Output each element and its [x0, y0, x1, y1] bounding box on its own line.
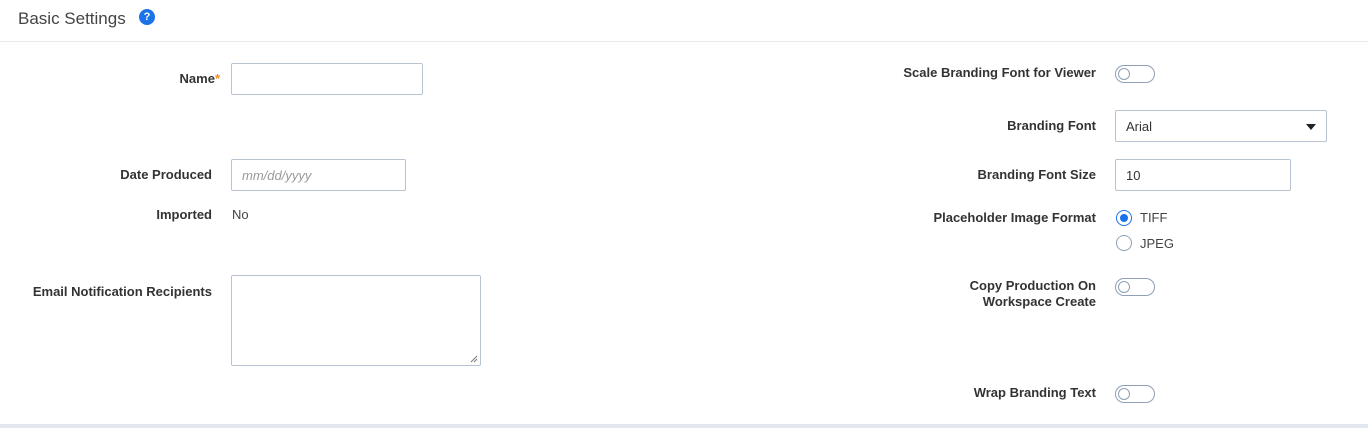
branding-font-label: Branding Font	[1007, 118, 1096, 133]
name-input[interactable]	[231, 63, 423, 95]
copy-production-label-line2: Workspace Create	[982, 294, 1096, 309]
radio-tiff[interactable]	[1116, 210, 1132, 226]
branding-font-size-input[interactable]	[1115, 159, 1291, 191]
placeholder-format-label: Placeholder Image Format	[933, 210, 1096, 225]
imported-value: No	[232, 207, 249, 222]
email-recipients-label: Email Notification Recipients	[32, 284, 212, 299]
toggle-knob	[1118, 388, 1130, 400]
toggle-knob	[1118, 68, 1130, 80]
help-icon[interactable]: ?	[139, 9, 155, 25]
wrap-branding-toggle[interactable]	[1115, 385, 1155, 403]
branding-font-value: Arial	[1126, 119, 1153, 134]
radio-tiff-label[interactable]: TIFF	[1140, 210, 1167, 225]
email-recipients-textarea[interactable]	[231, 275, 481, 366]
radio-dot	[1120, 214, 1128, 222]
branding-font-size-label: Branding Font Size	[977, 167, 1096, 182]
branding-font-select[interactable]: Arial	[1115, 110, 1327, 142]
radio-jpeg[interactable]	[1116, 235, 1132, 251]
section-divider	[0, 424, 1368, 428]
radio-jpeg-label[interactable]: JPEG	[1140, 236, 1174, 251]
copy-production-toggle[interactable]	[1115, 278, 1155, 296]
name-label: Name*	[40, 71, 220, 87]
date-produced-input[interactable]	[231, 159, 406, 191]
date-produced-label: Date Produced	[120, 167, 212, 182]
imported-label: Imported	[156, 207, 212, 222]
scale-branding-toggle[interactable]	[1115, 65, 1155, 83]
copy-production-label: Copy Production On Workspace Create	[860, 278, 1096, 310]
wrap-branding-label: Wrap Branding Text	[973, 385, 1096, 400]
resize-grip-icon[interactable]	[470, 355, 478, 363]
section-header: Basic Settings ?	[0, 0, 1368, 42]
page-title: Basic Settings	[18, 9, 126, 28]
required-mark: *	[214, 71, 220, 86]
chevron-down-icon	[1306, 124, 1316, 130]
toggle-knob	[1118, 281, 1130, 293]
scale-branding-label: Scale Branding Font for Viewer	[903, 65, 1096, 80]
copy-production-label-line1: Copy Production On	[969, 278, 1096, 293]
name-label-text: Name	[179, 71, 215, 86]
